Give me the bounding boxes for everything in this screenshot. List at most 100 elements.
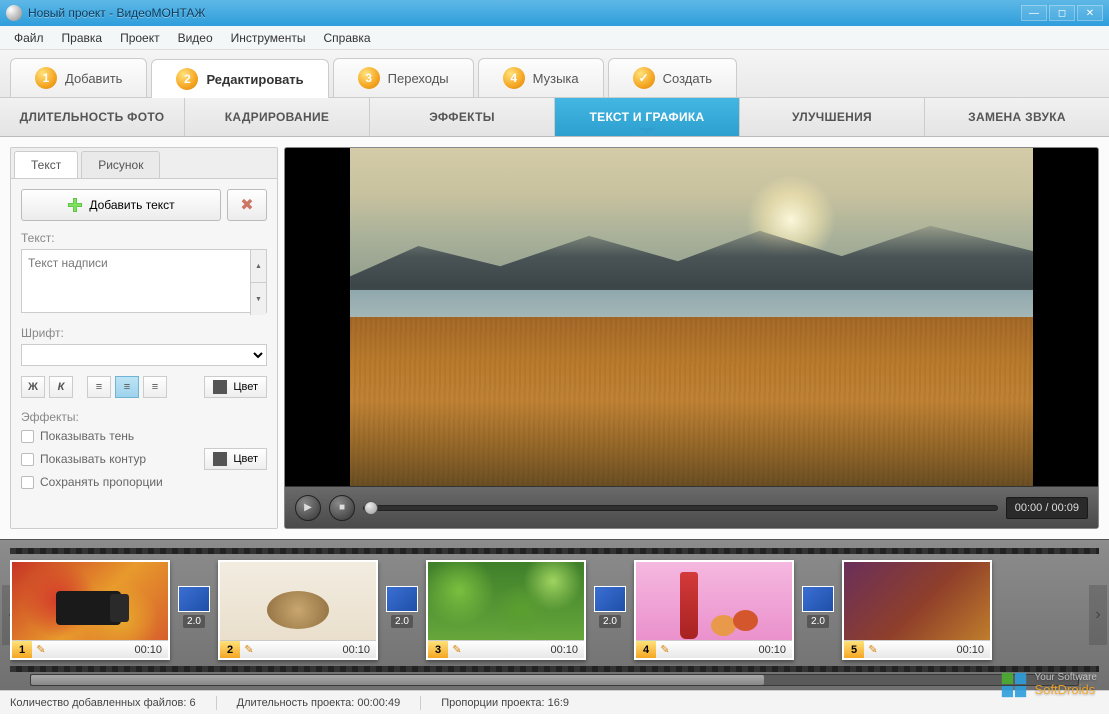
transition-1[interactable]: 2.0 — [178, 586, 210, 634]
step-add-label: Добавить — [65, 71, 122, 86]
seek-thumb[interactable] — [364, 501, 378, 515]
clip-1-time: 00:10 — [134, 644, 168, 656]
step-2-icon: 2 — [176, 68, 198, 90]
menubar: Файл Правка Проект Видео Инструменты Спр… — [0, 26, 1109, 50]
step-add[interactable]: 1Добавить — [10, 58, 147, 97]
transition-4-thumb — [802, 586, 834, 612]
caption-textarea[interactable] — [21, 249, 267, 313]
timeline-scroll-thumb[interactable] — [31, 675, 764, 685]
work-area: Текст Рисунок Добавить текст ✖ Текст: ▲ … — [0, 137, 1109, 539]
clip-1-edit[interactable]: ✎ — [32, 643, 50, 656]
step-music-label: Музыка — [533, 71, 579, 86]
align-center-button[interactable]: ≡ — [115, 376, 139, 398]
status-duration-value: 00:00:49 — [357, 697, 400, 709]
color-swatch — [213, 380, 227, 394]
plus-icon — [67, 197, 83, 213]
clip-2[interactable]: 2✎ 00:10 — [218, 560, 378, 660]
text-spin-up[interactable]: ▲ — [250, 250, 266, 283]
transition-2[interactable]: 2.0 — [386, 586, 418, 634]
stop-button[interactable]: ■ — [329, 495, 355, 521]
align-right-icon: ≡ — [152, 381, 158, 393]
titlebar: Новый проект - ВидеоМОНТАЖ — ◻ ✕ — [0, 0, 1109, 26]
outline-color-button[interactable]: Цвет — [204, 448, 267, 470]
timeline: ‹ › 1✎00:10 2.0 2✎00:10 2.0 3✎00:10 2.0 … — [0, 539, 1109, 690]
window-title: Новый проект - ВидеоМОНТАЖ — [28, 6, 206, 20]
step-edit[interactable]: 2 Редактировать — [151, 59, 328, 98]
maximize-button[interactable]: ◻ — [1049, 5, 1075, 21]
step-transitions[interactable]: 3Переходы — [333, 58, 474, 97]
step-check-icon — [633, 67, 655, 89]
bold-button[interactable]: Ж — [21, 376, 45, 398]
close-button[interactable]: ✕ — [1077, 5, 1103, 21]
menu-edit[interactable]: Правка — [54, 28, 111, 48]
outline-color-label: Цвет — [233, 453, 258, 465]
step-music[interactable]: 4Музыка — [478, 58, 604, 97]
timeline-scrollbar[interactable] — [30, 674, 1079, 686]
timecode: 00:00 / 00:09 — [1006, 497, 1088, 519]
clip-5-edit[interactable]: ✎ — [864, 643, 882, 656]
clip-4[interactable]: 4✎00:10 — [634, 560, 794, 660]
italic-button[interactable]: К — [49, 376, 73, 398]
step-edit-label: Редактировать — [206, 72, 303, 87]
panel-tab-picture[interactable]: Рисунок — [81, 151, 160, 178]
watermark-icon — [999, 670, 1029, 700]
transition-3[interactable]: 2.0 — [594, 586, 626, 634]
watermark-line2: SoftDroids — [1035, 683, 1097, 697]
clip-1-num: 1 — [12, 641, 32, 658]
text-color-button[interactable]: Цвет — [204, 376, 267, 398]
clip-1[interactable]: 1✎ 00:10 — [10, 560, 170, 660]
align-left-button[interactable]: ≡ — [87, 376, 111, 398]
watermark: Your SoftwareSoftDroids — [999, 670, 1097, 700]
preview-image — [350, 148, 1033, 486]
step-create-label: Создать — [663, 71, 712, 86]
delete-text-button[interactable]: ✖ — [227, 189, 267, 221]
clip-3[interactable]: 3✎00:10 — [426, 560, 586, 660]
subtab-effects[interactable]: ЭФФЕКТЫ — [370, 98, 555, 136]
clip-4-time: 00:10 — [758, 644, 792, 656]
transition-3-thumb — [594, 586, 626, 612]
minimize-button[interactable]: — — [1021, 5, 1047, 21]
play-button[interactable]: ▶ — [295, 495, 321, 521]
clip-3-time: 00:10 — [550, 644, 584, 656]
shadow-checkbox[interactable] — [21, 430, 34, 443]
seek-bar[interactable] — [363, 505, 998, 511]
text-spin-down[interactable]: ▼ — [250, 283, 266, 315]
clip-2-num: 2 — [220, 641, 240, 658]
play-icon: ▶ — [304, 502, 312, 513]
font-select[interactable] — [21, 344, 267, 366]
menu-help[interactable]: Справка — [315, 28, 378, 48]
transition-4[interactable]: 2.0 — [802, 586, 834, 634]
font-label: Шрифт: — [21, 326, 267, 340]
color-label: Цвет — [233, 381, 258, 393]
menu-file[interactable]: Файл — [6, 28, 52, 48]
subtab-text-graphics[interactable]: ТЕКСТ И ГРАФИКА — [555, 98, 740, 136]
outline-checkbox[interactable] — [21, 453, 34, 466]
timeline-next[interactable]: › — [1089, 585, 1107, 645]
step-tabs: 1Добавить 2 Редактировать 3Переходы 4Музы… — [0, 50, 1109, 98]
outline-label: Показывать контур — [40, 452, 146, 466]
clip-4-edit[interactable]: ✎ — [656, 643, 674, 656]
clip-5[interactable]: 5✎00:10 — [842, 560, 992, 660]
subtab-duration[interactable]: ДЛИТЕЛЬНОСТЬ ФОТО — [0, 98, 185, 136]
subtab-enhance[interactable]: УЛУЧШЕНИЯ — [740, 98, 925, 136]
align-right-button[interactable]: ≡ — [143, 376, 167, 398]
menu-project[interactable]: Проект — [112, 28, 168, 48]
status-bar: Количество добавленных файлов: 6 Длитель… — [0, 690, 1109, 714]
stop-icon: ■ — [339, 502, 345, 513]
clip-3-edit[interactable]: ✎ — [448, 643, 466, 656]
subtab-audio-replace[interactable]: ЗАМЕНА ЗВУКА — [925, 98, 1109, 136]
effects-label: Эффекты: — [21, 410, 267, 424]
step-create[interactable]: Создать — [608, 58, 737, 97]
text-label: Текст: — [21, 231, 267, 245]
add-text-button[interactable]: Добавить текст — [21, 189, 221, 221]
clip-5-time: 00:10 — [956, 644, 990, 656]
menu-video[interactable]: Видео — [170, 28, 221, 48]
clip-2-time: 00:10 — [342, 644, 376, 656]
app-icon — [6, 5, 22, 21]
menu-tools[interactable]: Инструменты — [223, 28, 314, 48]
subtab-crop[interactable]: КАДРИРОВАНИЕ — [185, 98, 370, 136]
step-transitions-label: Переходы — [388, 71, 449, 86]
clip-2-edit[interactable]: ✎ — [240, 643, 258, 656]
panel-tab-text[interactable]: Текст — [14, 151, 78, 178]
keep-ratio-checkbox[interactable] — [21, 476, 34, 489]
